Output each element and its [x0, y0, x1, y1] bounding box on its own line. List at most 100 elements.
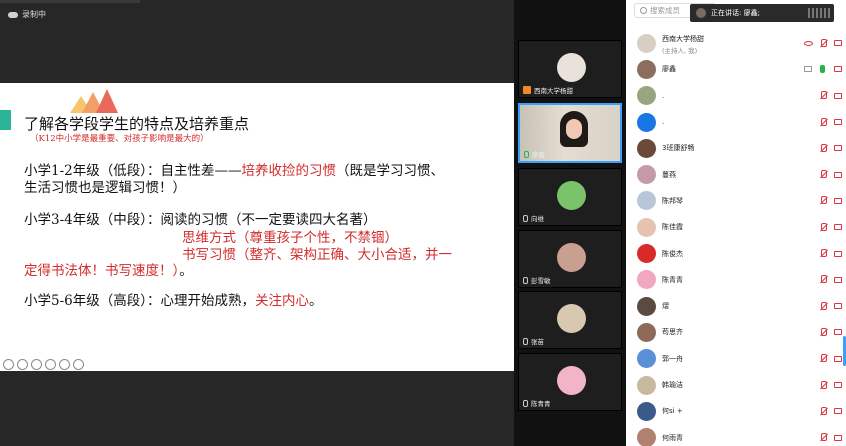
- mic-off-icon[interactable]: [819, 275, 827, 284]
- view-icon[interactable]: [804, 40, 813, 46]
- line6-tail: 。: [179, 263, 193, 279]
- zoom-icon[interactable]: [59, 359, 70, 370]
- camera-off-icon[interactable]: [834, 92, 842, 99]
- participant-row[interactable]: 熠: [626, 293, 846, 319]
- participant-row[interactable]: 韩瑜洁: [626, 372, 846, 398]
- participant-name: 廖鑫: [662, 65, 676, 74]
- tile-name: 彭雪敏: [531, 277, 551, 285]
- participant-name: .: [662, 118, 665, 127]
- speaker-avatar: [696, 8, 706, 18]
- mic-off-icon[interactable]: [819, 433, 827, 442]
- participant-name: 熠: [662, 302, 669, 311]
- shared-slide: 了解各学段学生的特点及培养重点 （K12中小学是最重要、对孩子影响是最大的） 小…: [0, 83, 514, 371]
- participant-row[interactable]: 廖鑫: [626, 56, 846, 82]
- camera-off-icon[interactable]: [834, 145, 842, 152]
- avatar: [637, 322, 656, 342]
- person-face: [566, 119, 582, 139]
- participant-row[interactable]: .: [626, 109, 846, 135]
- participant-row[interactable]: 蔓燕: [626, 161, 846, 187]
- mic-off-icon[interactable]: [819, 380, 827, 390]
- mic-off-icon[interactable]: [819, 91, 827, 100]
- mic-off-icon[interactable]: [819, 196, 827, 205]
- avatar: [637, 191, 656, 211]
- mic-icon: [524, 150, 529, 158]
- participant-row[interactable]: 3班康舒畅: [626, 135, 846, 161]
- camera-off-icon[interactable]: [834, 250, 842, 257]
- slide-line-2: 生活习惯也是逻辑习惯！）: [24, 180, 186, 196]
- camera-off-icon[interactable]: [834, 40, 842, 47]
- participant-row[interactable]: 郭一舟: [626, 346, 846, 372]
- participant-name: 陈青青: [662, 275, 683, 284]
- search-slide-icon[interactable]: [45, 359, 56, 370]
- mic-off-icon: [523, 276, 528, 284]
- video-tile[interactable]: 彭雪敏: [518, 230, 622, 288]
- participant-row[interactable]: 苟思齐: [626, 319, 846, 345]
- slide-title: 了解各学段学生的特点及培养重点: [24, 115, 250, 133]
- participant-row[interactable]: 西南大学杨甜 (主持人, 我): [626, 30, 846, 56]
- camera-off-icon[interactable]: [834, 382, 842, 388]
- video-tile[interactable]: 陈青青: [518, 353, 622, 411]
- mic-off-icon[interactable]: [819, 354, 827, 363]
- camera-off-icon[interactable]: [834, 434, 842, 441]
- mic-off-icon[interactable]: [819, 117, 827, 127]
- avatar: [557, 304, 586, 333]
- slide-toolbar: [3, 359, 84, 370]
- avatar: [637, 375, 656, 395]
- camera-off-icon[interactable]: [834, 66, 842, 73]
- participant-name: 3班康舒畅: [662, 144, 695, 153]
- video-tile-active[interactable]: 廖鑫: [518, 103, 622, 163]
- line1-tail: （既是学习习惯、: [336, 163, 444, 179]
- participant-name: 陈佳霞: [662, 223, 683, 232]
- slide-subtitle: （K12中小学是最重要、对孩子影响是最大的）: [30, 134, 209, 144]
- participant-row[interactable]: 陈俊杰: [626, 240, 846, 266]
- participant-row[interactable]: 陈佳霞: [626, 214, 846, 240]
- camera-off-icon[interactable]: [834, 171, 842, 178]
- recording-label: 录制中: [22, 10, 46, 19]
- mic-off-icon[interactable]: [819, 222, 827, 232]
- line7-highlight: 关注内心: [255, 293, 309, 309]
- mic-off-icon[interactable]: [819, 170, 827, 179]
- mic-off-icon[interactable]: [819, 249, 827, 258]
- video-tile-label: 彭雪敏: [523, 275, 551, 285]
- participant-role: (主持人, 我): [662, 47, 698, 55]
- camera-off-icon[interactable]: [834, 197, 842, 204]
- mic-off-icon: [523, 399, 528, 407]
- avatar: [637, 296, 656, 316]
- mic-off-icon[interactable]: [819, 143, 827, 153]
- avatar: [637, 59, 656, 79]
- prev-slide-icon[interactable]: [3, 359, 14, 370]
- camera-off-icon[interactable]: [834, 408, 842, 415]
- more-icon[interactable]: [73, 359, 84, 370]
- line1-highlight: 培养收捡的习惯: [241, 163, 337, 179]
- participant-row[interactable]: 陈青青: [626, 267, 846, 293]
- mic-off-icon[interactable]: [819, 406, 827, 416]
- video-tile[interactable]: 张苗: [518, 291, 622, 349]
- camera-off-icon[interactable]: [834, 224, 842, 231]
- camera-off-icon[interactable]: [834, 119, 842, 126]
- mic-on-icon[interactable]: [820, 65, 825, 74]
- avatar: [637, 217, 656, 237]
- participant-row[interactable]: 何si +: [626, 398, 846, 424]
- avatar: [637, 112, 656, 132]
- camera-off-icon[interactable]: [834, 329, 842, 336]
- camera-off-icon[interactable]: [834, 303, 842, 310]
- video-tile[interactable]: 向维: [518, 168, 622, 226]
- avatar: [637, 270, 656, 290]
- participant-row[interactable]: 何雨青: [626, 424, 846, 446]
- mic-off-icon[interactable]: [819, 301, 827, 311]
- tile-name: 陈青青: [531, 400, 551, 408]
- pen-icon[interactable]: [31, 359, 42, 370]
- video-tile[interactable]: 西南大学杨甜: [518, 40, 622, 98]
- participant-list: 西南大学杨甜 (主持人, 我) 廖鑫.. 3班康舒畅蔓燕 陈邦琴陈佳霞陈俊杰陈青青熠苟思…: [626, 30, 846, 446]
- screen-share-icon[interactable]: [804, 66, 812, 73]
- host-icon: [523, 86, 531, 94]
- next-slide-icon[interactable]: [17, 359, 28, 370]
- mic-off-icon[interactable]: [819, 38, 827, 48]
- top-strip: [0, 0, 140, 3]
- participant-row[interactable]: 陈邦琴: [626, 188, 846, 214]
- camera-off-icon[interactable]: [834, 276, 842, 283]
- mic-off-icon[interactable]: [819, 327, 827, 337]
- avatar: [557, 366, 586, 395]
- participant-row[interactable]: .: [626, 83, 846, 109]
- camera-off-icon[interactable]: [834, 355, 842, 362]
